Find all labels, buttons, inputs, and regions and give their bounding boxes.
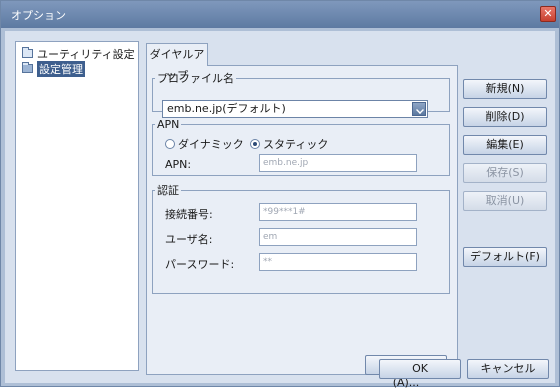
- radio-static[interactable]: スタティック: [250, 136, 328, 152]
- save-button[interactable]: 保存(S): [463, 163, 547, 183]
- auth-group-label: 認証: [157, 184, 179, 197]
- cancel-button[interactable]: キャンセル: [467, 359, 549, 379]
- password-label: パースワード:: [165, 258, 235, 271]
- apn-group-label: APN: [157, 118, 180, 131]
- radio-static-label: スタティック: [263, 138, 329, 151]
- folder-open-icon: [22, 62, 33, 73]
- radio-checked-icon: [250, 139, 260, 149]
- close-button[interactable]: ✕: [540, 6, 556, 22]
- username-input[interactable]: em: [259, 228, 417, 246]
- profile-select[interactable]: emb.ne.jp(デフォルト): [162, 100, 428, 118]
- edit-button[interactable]: 編集(E): [463, 135, 547, 155]
- username-label: ユーザ名:: [165, 233, 213, 246]
- connection-number-label: 接続番号:: [165, 208, 213, 221]
- default-button[interactable]: デフォルト(F): [463, 247, 547, 267]
- window-title: オプション: [11, 9, 66, 22]
- options-dialog: オプション ✕ ユーティリティ設定 設定管理 ダイヤルアップ プロファイル名 e…: [0, 0, 560, 389]
- connection-number-input[interactable]: *99***1#: [259, 203, 417, 221]
- dialog-body: ユーティリティ設定 設定管理 ダイヤルアップ プロファイル名 emb.ne.jp…: [5, 31, 555, 389]
- ok-button[interactable]: OK: [379, 359, 461, 379]
- tree-item-label: ユーティリティ設定: [37, 47, 135, 61]
- profile-selected-value: emb.ne.jp(デフォルト): [167, 102, 286, 115]
- radio-dynamic-label: ダイナミック: [178, 138, 244, 151]
- apn-field-label: APN:: [165, 158, 192, 171]
- dropdown-arrow-icon[interactable]: [412, 102, 426, 116]
- delete-button[interactable]: 削除(D): [463, 107, 547, 127]
- auth-group: 認証 接続番号: *99***1# ユーザ名: em パースワード: **: [152, 182, 450, 294]
- profile-group: プロファイル名 emb.ne.jp(デフォルト): [152, 70, 450, 118]
- tree-item-label: 設定管理: [37, 60, 85, 77]
- tree-item-settings-management[interactable]: 設定管理: [22, 60, 85, 77]
- settings-tree: ユーティリティ設定 設定管理: [15, 41, 139, 371]
- tree-item-utility-settings[interactable]: ユーティリティ設定: [22, 47, 135, 61]
- new-button[interactable]: 新規(N): [463, 79, 547, 99]
- radio-unchecked-icon: [165, 139, 175, 149]
- password-input[interactable]: **: [259, 253, 417, 271]
- apn-group: APN ダイナミック スタティック APN: emb.ne.jp: [152, 118, 450, 176]
- folder-closed-icon: [22, 47, 33, 58]
- dialup-panel: プロファイル名 emb.ne.jp(デフォルト) APN ダイナミック スタティ…: [146, 65, 458, 389]
- title-bar[interactable]: オプション ✕: [1, 1, 559, 28]
- radio-dynamic[interactable]: ダイナミック: [165, 136, 244, 152]
- undo-button[interactable]: 取消(U): [463, 191, 547, 211]
- apn-input[interactable]: emb.ne.jp: [259, 154, 417, 172]
- tab-dialup[interactable]: ダイヤルアップ: [146, 43, 208, 82]
